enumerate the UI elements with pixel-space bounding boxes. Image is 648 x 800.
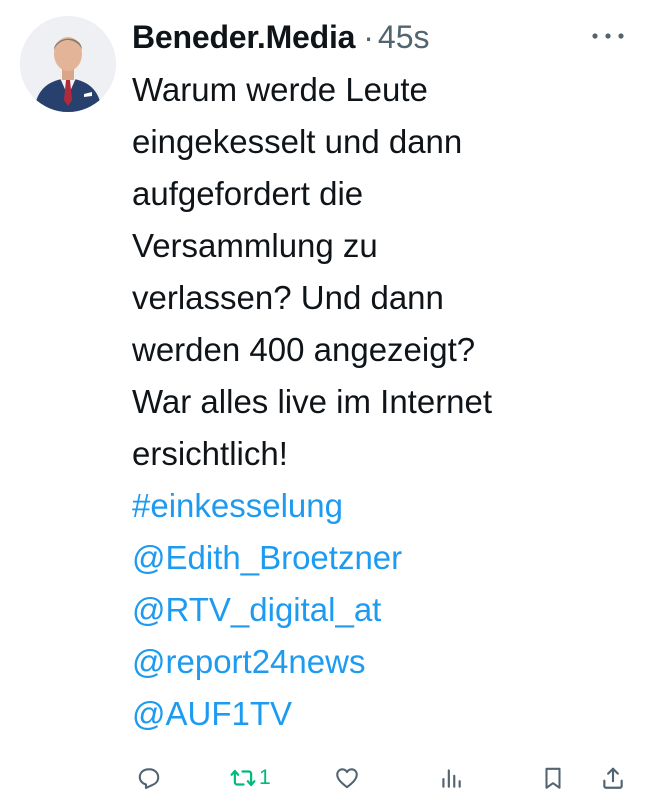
text-line: aufgefordert die — [132, 175, 364, 212]
separator-dot: · — [363, 18, 374, 55]
text-line: War alles live im Internet — [132, 383, 493, 420]
avatar-photo — [20, 16, 116, 112]
mention-link[interactable]: @Edith_Broetzner — [132, 532, 632, 584]
more-icon — [592, 33, 624, 39]
repost-count: 1 — [259, 766, 271, 789]
share-button[interactable] — [600, 758, 626, 798]
heart-icon — [336, 768, 358, 789]
text-line: ersichtlich! — [132, 435, 288, 472]
avatar[interactable] — [20, 16, 116, 112]
post-header: Beneder.Media · 45s — [132, 14, 430, 60]
text-line: Warum werde Leute — [132, 71, 428, 108]
action-bar: 1 — [132, 758, 632, 798]
reply-button[interactable] — [136, 758, 162, 798]
text-line: verlassen? Und dann — [132, 279, 444, 316]
bookmark-icon — [545, 767, 561, 789]
share-icon — [603, 767, 623, 789]
more-options-button[interactable] — [588, 24, 628, 48]
repost-icon — [230, 769, 256, 787]
reply-icon — [138, 768, 160, 789]
views-icon — [442, 769, 461, 788]
timestamp[interactable]: 45s — [378, 19, 430, 56]
post-text: Warum werde Leute eingekesselt und dann … — [132, 64, 632, 740]
text-line: eingekesselt und dann — [132, 123, 463, 160]
views-button[interactable] — [438, 758, 464, 798]
text-line: werden 400 angezeigt? — [132, 331, 476, 368]
mention-link[interactable]: @report24news — [132, 636, 632, 688]
mention-link[interactable]: @AUF1TV — [132, 688, 632, 740]
text-line: Versammlung zu — [132, 227, 378, 264]
mention-link[interactable]: @RTV_digital_at — [132, 584, 632, 636]
hashtag-link[interactable]: #einkesselung — [132, 480, 632, 532]
repost-button[interactable]: 1 — [230, 758, 271, 798]
author-name[interactable]: Beneder.Media — [132, 19, 355, 56]
bookmark-button[interactable] — [540, 758, 566, 798]
like-button[interactable] — [334, 758, 360, 798]
